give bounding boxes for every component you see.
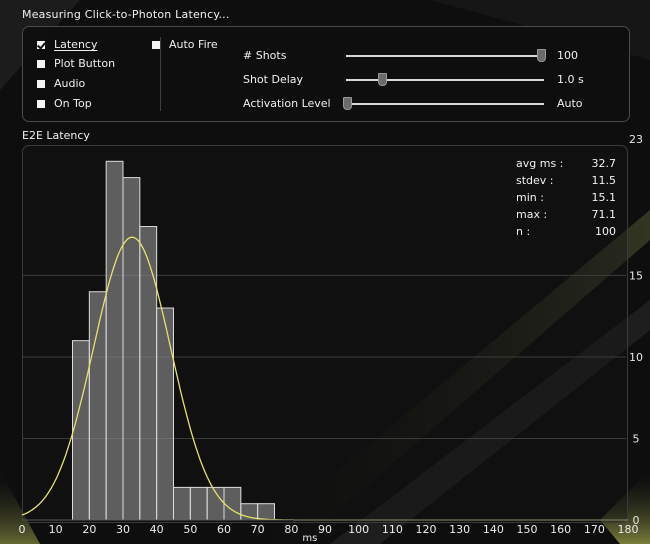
y-tick-label: 10 xyxy=(629,351,643,364)
stat-min: min :15.1 xyxy=(516,191,616,204)
stat-avg: avg ms :32.7 xyxy=(516,157,616,170)
x-tick-label: 80 xyxy=(284,523,298,536)
histogram-bar xyxy=(223,486,242,521)
x-tick-label: 160 xyxy=(550,523,571,536)
x-tick-label: 120 xyxy=(416,523,437,536)
x-tick-label: 70 xyxy=(251,523,265,536)
y-tick-label: 15 xyxy=(629,269,643,282)
x-tick-label: 130 xyxy=(449,523,470,536)
x-tick-label: 140 xyxy=(483,523,504,536)
x-tick-label: 60 xyxy=(217,523,231,536)
x-tick-label: 30 xyxy=(116,523,130,536)
x-tick-label: 100 xyxy=(348,523,369,536)
x-tick-label: 110 xyxy=(382,523,403,536)
y-tick-label: 0 xyxy=(633,514,640,527)
histogram-bar xyxy=(139,226,158,521)
histogram-bar xyxy=(189,486,208,521)
x-tick-label: 170 xyxy=(584,523,605,536)
latency-histogram: 0 10 20 30 40 50 60 70 80 90 100 110 120 130 140 150 160… xyxy=(19,133,644,544)
stats-panel: avg ms :32.7 stdev :11.5 min :15.1 max :… xyxy=(516,155,616,240)
x-tick-label: 50 xyxy=(183,523,197,536)
histogram-bar xyxy=(88,291,107,521)
y-tick-label: 23 xyxy=(629,133,643,146)
x-tick-label: 0 xyxy=(19,523,26,536)
y-tick-label: 5 xyxy=(633,432,640,445)
stat-max: max :71.1 xyxy=(516,208,616,221)
x-tick-label: 10 xyxy=(49,523,63,536)
x-tick-label: 90 xyxy=(318,523,332,536)
stat-n: n :100 xyxy=(516,225,616,238)
stat-stdev: stdev :11.5 xyxy=(516,174,616,187)
histogram-bar xyxy=(173,486,191,521)
histogram-bar xyxy=(257,503,275,521)
x-tick-label: 40 xyxy=(150,523,164,536)
histogram-bar xyxy=(156,307,175,521)
histogram-bar xyxy=(105,160,124,521)
histogram-bar xyxy=(72,340,90,521)
x-axis-label: ms xyxy=(302,533,317,544)
x-tick-label: 150 xyxy=(517,523,538,536)
x-tick-label: 20 xyxy=(82,523,96,536)
histogram-bar xyxy=(122,177,141,521)
